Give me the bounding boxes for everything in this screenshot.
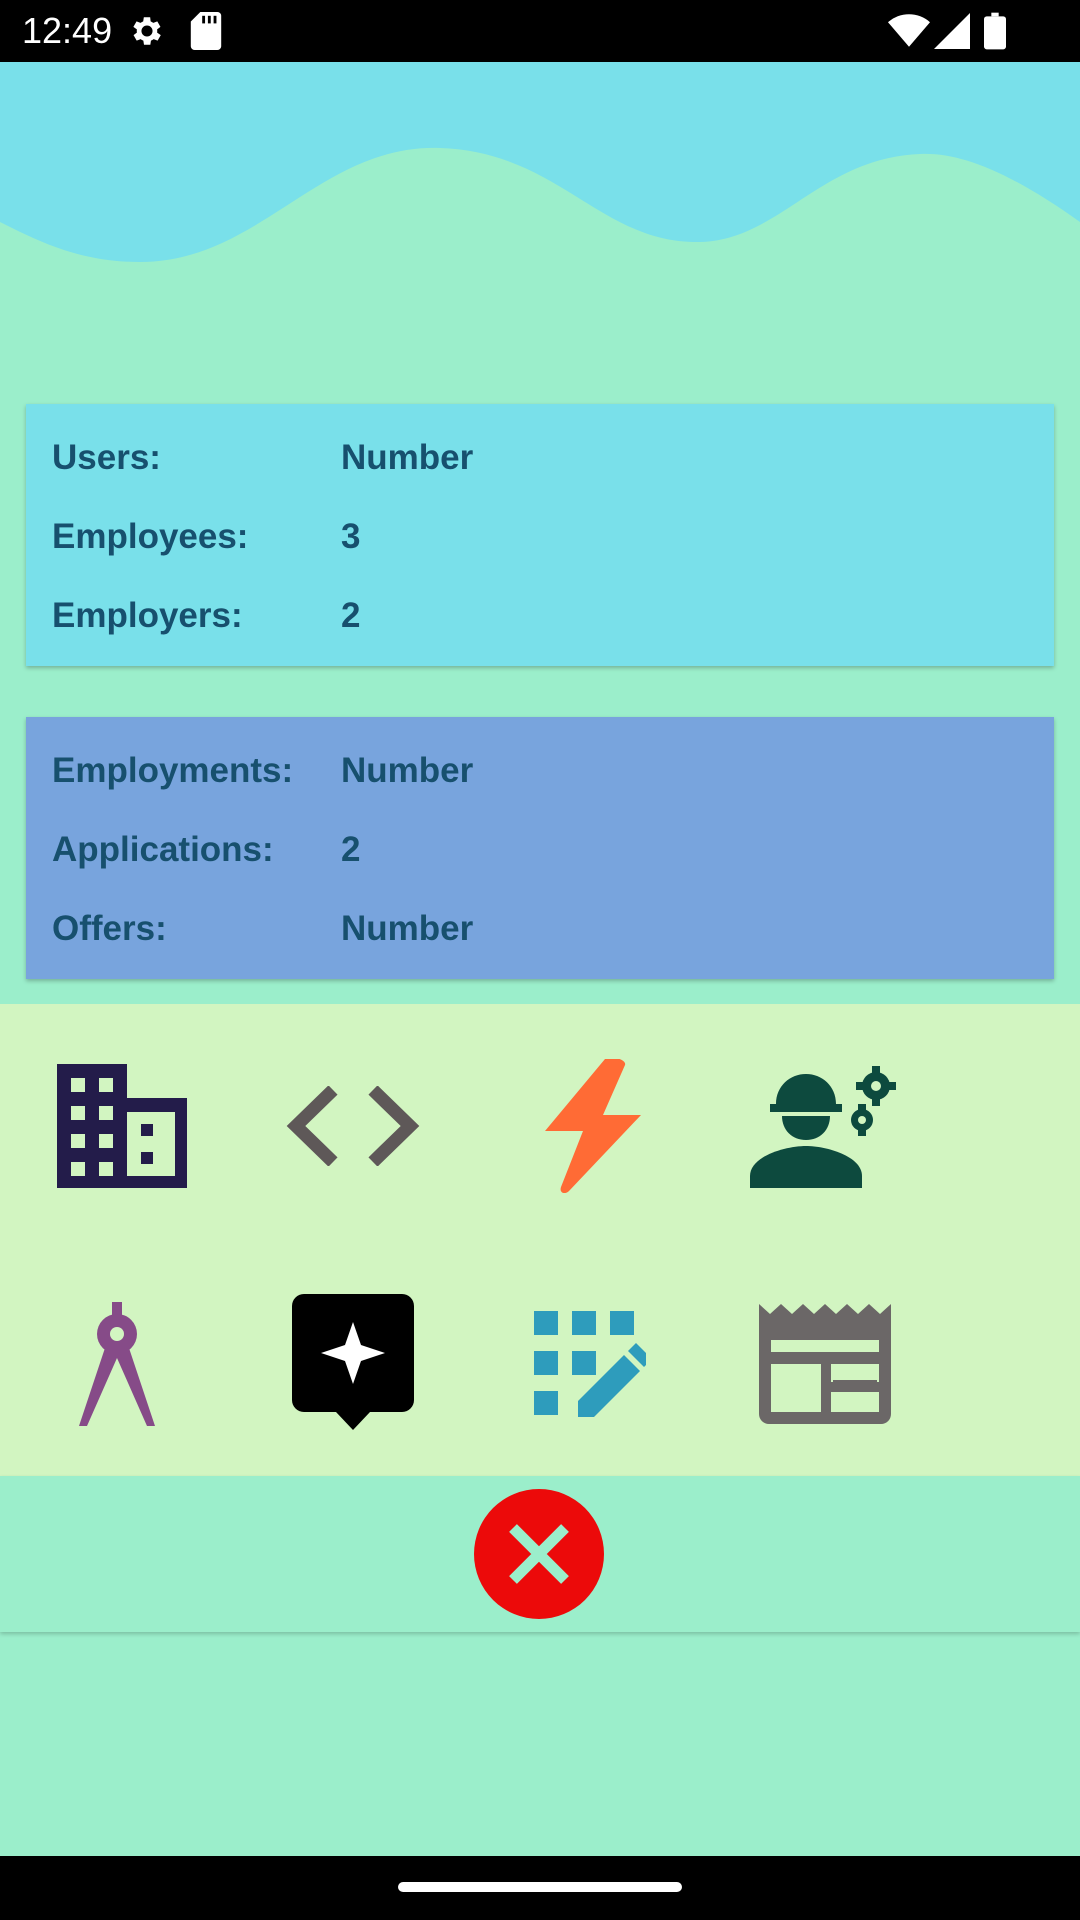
engineer-icon — [750, 1066, 896, 1188]
stat-label: Users: — [52, 438, 161, 477]
skills-button[interactable] — [515, 1289, 665, 1439]
energy-button[interactable] — [515, 1051, 665, 1201]
highlights-button[interactable] — [278, 1289, 428, 1439]
stat-label: Employees: — [52, 517, 249, 556]
design-button[interactable] — [42, 1289, 192, 1439]
code-button[interactable] — [278, 1051, 428, 1201]
icon-grid-panel — [0, 1004, 1080, 1476]
stat-label: Employers: — [52, 596, 243, 635]
close-icon — [509, 1524, 569, 1584]
stat-label: Offers: — [52, 909, 167, 948]
building-icon — [57, 1064, 187, 1188]
sd-card-icon — [190, 12, 222, 55]
employers-button[interactable] — [42, 1051, 192, 1201]
jobs-stats-card: Employments: Number Applications: 2 Offe… — [26, 717, 1054, 979]
status-time: 12:49 — [22, 10, 113, 51]
grid-edit-icon — [534, 1311, 646, 1417]
users-stats-card: Users: Number Employees: 3 Employers: 2 — [26, 404, 1054, 666]
stat-value: Number — [341, 751, 474, 790]
header-wave — [0, 62, 1080, 262]
stat-value: 2 — [341, 596, 361, 635]
signal-icon — [934, 12, 970, 55]
bolt-icon — [545, 1059, 641, 1193]
employees-button[interactable] — [750, 1051, 900, 1201]
wifi-icon — [888, 12, 930, 55]
sparkle-bubble-icon — [292, 1294, 414, 1430]
compass-icon — [79, 1302, 155, 1426]
stat-label: Applications: — [52, 830, 274, 869]
bottom-panel — [0, 1476, 1080, 1632]
stat-value: Number — [341, 438, 474, 477]
code-icon — [286, 1086, 420, 1166]
battery-icon — [984, 12, 1006, 55]
close-button[interactable] — [474, 1489, 604, 1619]
stat-label: Employments: — [52, 751, 294, 790]
settings-icon — [128, 12, 166, 55]
stat-value: 3 — [341, 517, 361, 556]
navigation-bar — [0, 1856, 1080, 1920]
news-button[interactable] — [750, 1289, 900, 1439]
newspaper-icon — [759, 1304, 891, 1424]
stat-value: Number — [341, 909, 474, 948]
stat-value: 2 — [341, 830, 361, 869]
status-bar: 12:49 — [0, 0, 1080, 62]
home-handle[interactable] — [398, 1882, 682, 1892]
